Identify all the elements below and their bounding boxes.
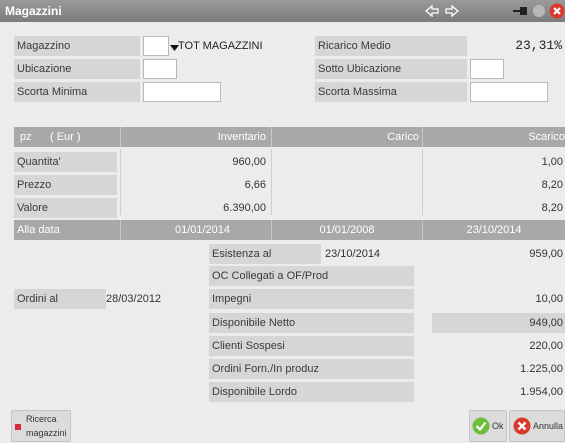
window-title: Magazzini [5,4,62,18]
ubicazione-label: Ubicazione [14,59,140,79]
close-icon[interactable] [549,3,565,19]
annulla-button[interactable]: Annulla [509,410,565,442]
ricerca-line1: Ricerca [26,414,57,424]
magazzino-input[interactable] [143,36,169,56]
header-inventario: Inventario [217,131,266,143]
row-label-prezzo: Prezzo [14,175,117,195]
check-icon [472,417,490,438]
cancel-icon [513,417,531,438]
sotto-ubicazione-input[interactable] [470,59,504,79]
disponibile-netto-value: 949,00 [432,313,565,333]
impegni-label: Impegni [209,289,414,309]
magazzino-value: TOT MAGAZZINI [178,40,263,52]
scorta-massima-input[interactable] [470,82,548,102]
disponibile-lordo-label: Disponibile Lordo [209,382,414,402]
prezzo-scarico: 8,20 [541,179,563,191]
esistenza-value: 959,00 [529,248,563,260]
ricarico-value: 23,31% [515,38,562,53]
ricerca-magazzini-button[interactable]: Ricerca magazzini [11,410,71,442]
magazzino-label: Magazzino [14,36,140,56]
red-square-icon [15,424,21,430]
oc-collegati-label: OC Collegati a OF/Prod [209,266,414,286]
impegni-value: 10,00 [535,293,563,305]
annulla-label: Annulla [533,421,564,431]
scorta-minima-input[interactable] [143,82,221,102]
date-inventario: 01/01/2014 [174,224,231,236]
ordini-fornitori-value: 1.225,00 [520,363,563,375]
scorta-minima-label: Scorta Minima [14,82,140,102]
ordini-al-date: 28/03/2012 [106,293,162,305]
table-header: pz ( Eur ) Inventario Carico Scarico [14,127,565,147]
date-scarico: 23/10/2014 [466,224,522,236]
quantita-inventario: 960,00 [232,156,266,168]
minimize-icon[interactable] [531,3,547,19]
clienti-sospesi-label: Clienti Sospesi [209,336,414,356]
row-label-quantita: Quantita' [14,152,117,172]
date-row: Alla data 01/01/2014 01/01/2008 23/10/20… [14,220,565,240]
sotto-ubicazione-label: Sotto Ubicazione [315,59,467,79]
clienti-sospesi-value: 220,00 [529,340,563,352]
esistenza-label: Esistenza al [209,244,321,264]
valore-scarico: 8,20 [541,202,563,214]
ordini-fornitori-label: Ordini Forn./In produz [209,359,414,379]
ricarico-label: Ricarico Medio [315,36,467,56]
disponibile-lordo-value: 1.954,00 [520,386,563,398]
ubicazione-input[interactable] [143,59,177,79]
header-unit: pz [20,131,32,143]
ricerca-line2: magazzini [26,428,67,438]
header-carico: Carico [387,131,419,143]
date-row-label: Alla data [17,224,60,236]
title-bar: Magazzini [0,0,565,22]
row-label-valore: Valore [14,198,117,218]
header-scarico: Scarico [528,131,565,143]
arrow-right-icon[interactable] [443,3,461,19]
ok-button[interactable]: Ok [469,410,507,442]
prezzo-inventario: 6,66 [244,179,266,191]
arrow-left-icon[interactable] [423,3,441,19]
quantita-scarico: 1,00 [541,156,563,168]
valore-inventario: 6.390,00 [223,202,266,214]
pin-icon[interactable] [513,3,529,19]
ok-label: Ok [492,421,504,431]
date-carico: 01/01/2008 [319,224,375,236]
ordini-al-label: Ordini al [14,289,106,309]
esistenza-date: 23/10/2014 [325,248,381,260]
header-currency: ( Eur ) [50,131,81,143]
scorta-massima-label: Scorta Massima [315,82,467,102]
disponibile-netto-label: Disponibile Netto [209,313,414,333]
